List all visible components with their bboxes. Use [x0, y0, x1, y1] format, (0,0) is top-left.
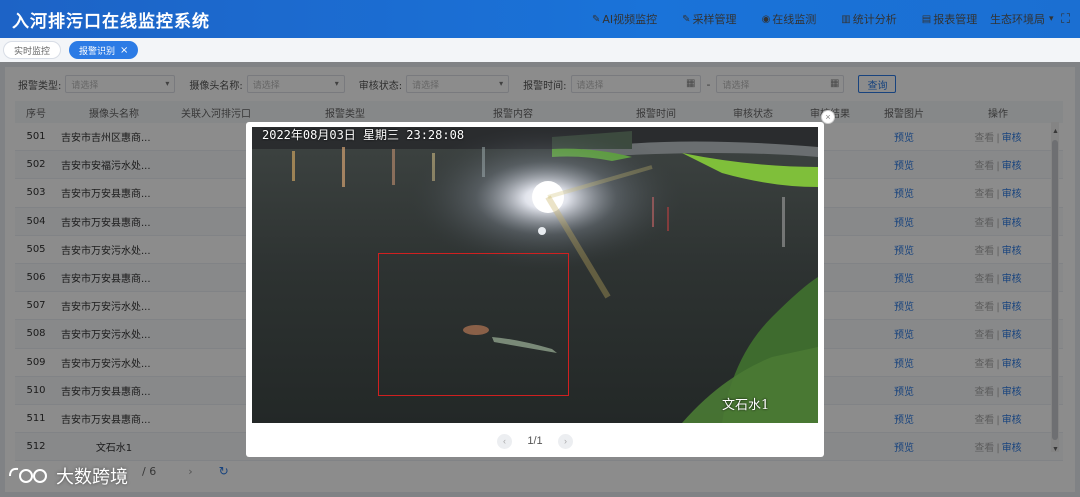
detection-box	[378, 253, 569, 396]
report-icon: ▤	[921, 13, 932, 25]
sampling-icon: ✎	[682, 13, 691, 25]
watermark-text: 大数跨境	[56, 467, 128, 488]
app-title: 入河排污口在线监控系统	[12, 11, 210, 32]
image-page-indicator: 1/1	[527, 435, 543, 447]
online-monitor-icon: ◉	[761, 13, 771, 25]
user-menu[interactable]: 生态环境局 ▾	[990, 0, 1054, 38]
nav-reports[interactable]: ▤ 报表管理	[922, 11, 977, 27]
nav-statistics[interactable]: ▥ 统计分析	[841, 11, 896, 27]
top-nav: ✎ AI视频监控 ✎ 采样管理 ◉ 在线监测 ▥ 统计分析 ▤ 报表管理	[592, 0, 1002, 38]
next-image-button[interactable]: ›	[557, 433, 573, 449]
watermark: 大数跨境	[8, 463, 128, 489]
fullscreen-icon[interactable]: ⛶	[1061, 11, 1070, 27]
chevron-down-icon: ▾	[1049, 14, 1054, 24]
stats-icon: ▥	[841, 13, 851, 25]
nav-ai-video[interactable]: ✎ AI视频监控	[592, 11, 657, 27]
close-icon[interactable]: ×	[120, 45, 128, 56]
osd-timestamp: 2022年08月03日 星期三 23:28:08	[262, 128, 465, 142]
modal-pagination: ‹ 1/1 ›	[497, 432, 573, 450]
tab-alarm-recognition[interactable]: 报警识别 ×	[69, 41, 139, 59]
close-icon[interactable]: ×	[821, 110, 835, 124]
osd-camera-name: 文石水1	[722, 398, 770, 413]
prev-image-button[interactable]: ‹	[497, 433, 512, 449]
watermark-logo	[9, 467, 47, 483]
nav-online-monitor[interactable]: ◉ 在线监测	[762, 11, 817, 27]
nav-sampling[interactable]: ✎ 采样管理	[682, 11, 736, 27]
ai-video-icon: ✎	[592, 13, 601, 25]
tab-realtime-monitor[interactable]: 实时监控	[3, 41, 62, 59]
user-name: 生态环境局	[990, 13, 1045, 26]
page-tabs: 实时监控 报警识别 ×	[0, 38, 1080, 62]
